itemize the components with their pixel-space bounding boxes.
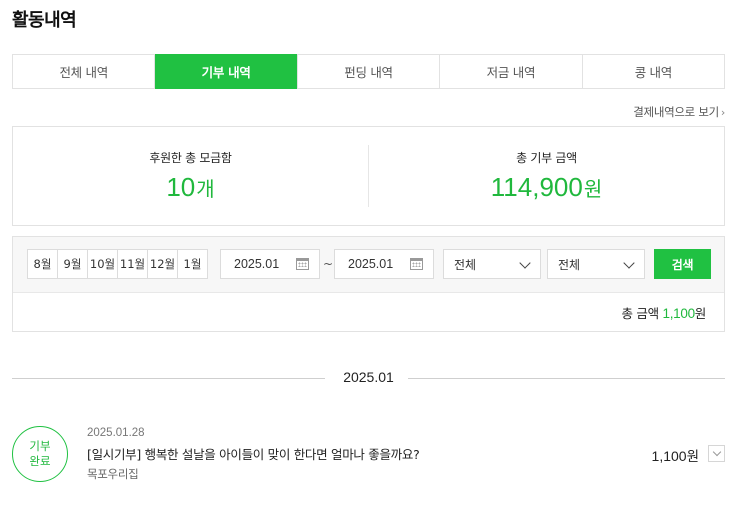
tab-kong[interactable]: 콩 내역 xyxy=(583,55,724,88)
item-title-link[interactable]: [일시기부] 행복한 설날을 아이들이 맞이 한다면 얼마나 좋을까요? xyxy=(87,444,420,463)
type-select-value: 전체 xyxy=(558,257,581,272)
period-divider: 2025.01 xyxy=(12,368,725,390)
summary-amount-value: 114,900원 xyxy=(491,172,602,203)
filtered-total-amount: 1,100 xyxy=(662,306,696,321)
month-button-aug[interactable]: 8월 xyxy=(27,249,58,279)
search-button[interactable]: 검색 xyxy=(654,249,711,279)
item-amount-number: 1,100 xyxy=(651,448,687,464)
filter-row: 8월 9월 10월 11월 12월 1월 2025.01 ~ 2025.01 전… xyxy=(13,237,724,293)
status-badge-line1: 기부 xyxy=(29,439,51,453)
tab-donation[interactable]: 기부 내역 xyxy=(155,54,298,89)
month-button-sep[interactable]: 9월 xyxy=(57,249,88,279)
summary-count: 후원한 총 모금함 10개 xyxy=(13,127,368,225)
page-title: 활동내역 xyxy=(12,10,77,31)
tab-funding[interactable]: 펀딩 내역 xyxy=(298,55,441,88)
chevron-down-icon xyxy=(623,257,635,269)
chevron-right-icon: › xyxy=(720,105,725,119)
type-select[interactable]: 전체 xyxy=(547,249,645,279)
period-label: 2025.01 xyxy=(343,369,394,385)
summary-amount: 총 기부 금액 114,900원 xyxy=(369,127,724,225)
calendar-icon xyxy=(410,258,423,270)
start-date-picker[interactable]: 2025.01 xyxy=(220,249,320,279)
month-button-oct[interactable]: 10월 xyxy=(87,249,118,279)
payment-history-label: 결제내역으로 보기 xyxy=(633,105,719,119)
summary-amount-number: 114,900 xyxy=(490,172,583,202)
date-range-separator: ~ xyxy=(323,257,334,271)
summary-count-value: 10개 xyxy=(166,172,214,203)
start-date-value: 2025.01 xyxy=(234,257,280,271)
filtered-total-unit: 원 xyxy=(694,306,707,321)
chevron-down-icon xyxy=(519,257,531,269)
summary-count-label: 후원한 총 모금함 xyxy=(149,151,232,165)
item-organization: 목포우리집 xyxy=(87,467,139,481)
expand-toggle-button[interactable] xyxy=(708,445,725,462)
filter-panel: 8월 9월 10월 11월 12월 1월 2025.01 ~ 2025.01 전… xyxy=(12,236,725,332)
month-button-nov[interactable]: 11월 xyxy=(117,249,148,279)
donation-summary: 후원한 총 모금함 10개 총 기부 금액 114,900원 xyxy=(12,126,725,226)
activity-tabs: 전체 내역 기부 내역 펀딩 내역 저금 내역 콩 내역 xyxy=(12,54,725,89)
tab-all[interactable]: 전체 내역 xyxy=(13,55,156,88)
month-buttons: 8월 9월 10월 11월 12월 1월 xyxy=(27,249,208,279)
calendar-icon xyxy=(296,258,309,270)
end-date-picker[interactable]: 2025.01 xyxy=(334,249,434,279)
item-amount-unit: 원 xyxy=(686,449,699,465)
category-select-value: 전체 xyxy=(454,257,477,272)
summary-amount-label: 총 기부 금액 xyxy=(516,151,577,165)
summary-count-unit: 개 xyxy=(196,179,215,201)
category-select[interactable]: 전체 xyxy=(443,249,541,279)
item-amount: 1,100원 xyxy=(652,445,699,465)
payment-history-link[interactable]: 결제내역으로 보기 › xyxy=(633,104,725,120)
list-item: 기부 완료 2025.01.28 [일시기부] 행복한 설날을 아이들이 맞이 … xyxy=(12,426,725,486)
status-badge-line2: 완료 xyxy=(29,454,51,468)
summary-amount-unit: 원 xyxy=(583,179,603,201)
month-button-dec[interactable]: 12월 xyxy=(147,249,178,279)
month-button-jan[interactable]: 1월 xyxy=(177,249,208,279)
end-date-value: 2025.01 xyxy=(348,257,394,271)
item-date: 2025.01.28 xyxy=(87,427,145,439)
filtered-total: 총 금액 1,100원 xyxy=(621,303,707,322)
tab-savings[interactable]: 저금 내역 xyxy=(440,55,583,88)
status-badge: 기부 완료 xyxy=(12,426,68,482)
filtered-total-label: 총 금액 xyxy=(621,306,660,321)
summary-count-number: 10 xyxy=(166,172,196,202)
divider-line-right xyxy=(408,378,725,379)
